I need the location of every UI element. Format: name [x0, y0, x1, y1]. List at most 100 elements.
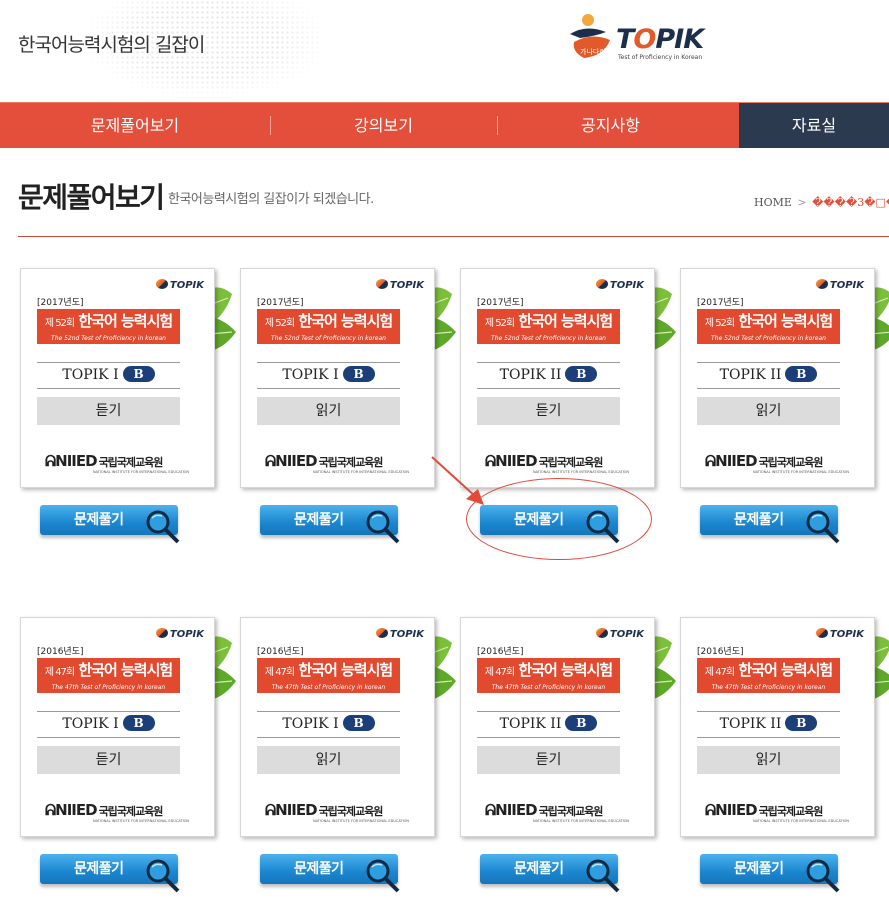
solve-button[interactable]: 문제풀기: [700, 505, 840, 544]
exam-name: 한국어 능력시험: [298, 661, 393, 679]
solve-button[interactable]: 문제풀기: [260, 854, 400, 893]
breadcrumb-home[interactable]: HOME: [754, 196, 792, 209]
site-title[interactable]: 한국어능력시험의 길잡이: [18, 30, 205, 57]
exam-title-box: 제 52회 한국어 능력시험 The 52nd Test of Proficie…: [477, 309, 620, 344]
exam-skill: 읽기: [697, 397, 840, 425]
mini-topik-logo: TOPIK: [595, 279, 644, 291]
org-korean-name: 국립국제교육원: [98, 805, 164, 818]
page-subtitle: 한국어능력시험의 길잡이가 되겠습니다.: [168, 192, 374, 207]
exam-cover[interactable]: TOPIK [2016년도] 제 47회 한국어 능력시험 The 47th T…: [20, 617, 215, 837]
solve-button-label: 문제풀기: [74, 512, 124, 528]
exam-english-name: The 47th Test of Proficiency in korean: [51, 684, 166, 691]
solve-button[interactable]: 문제풀기: [260, 505, 400, 544]
exam-skill: 듣기: [477, 397, 620, 425]
niied-icon: ᕱ: [485, 801, 496, 819]
exam-card: TOPIK [2016년도] 제 47회 한국어 능력시험 The 47th T…: [680, 617, 889, 902]
exam-title-box: 제 52회 한국어 능력시험 The 52nd Test of Proficie…: [697, 309, 840, 344]
solve-button[interactable]: 문제풀기: [700, 854, 840, 893]
mini-logo-text: TOPIK: [169, 280, 204, 291]
niied-icon: ᕱ: [705, 801, 716, 819]
exam-level: TOPIK II B: [697, 711, 840, 738]
nav-item-resources[interactable]: 자료실: [739, 103, 889, 148]
logo-wordmark: TOPIK: [616, 24, 704, 55]
mini-logo-text: TOPIK: [609, 629, 644, 640]
exam-round: 제 47회: [44, 667, 75, 678]
niied-logo: ᕱNIIED 국립국제교육원: [705, 452, 824, 470]
org-english-name: NATIONAL INSTITUTE FOR INTERNATIONAL EDU…: [753, 819, 850, 823]
nav-item-notices[interactable]: 공지사항: [497, 103, 724, 148]
nav-item-lectures[interactable]: 강의보기: [270, 103, 497, 148]
mini-logo-text: TOPIK: [609, 280, 644, 291]
mini-topik-logo: TOPIK: [815, 628, 864, 640]
grade-badge: B: [342, 715, 375, 731]
solve-button[interactable]: 문제풀기: [40, 505, 180, 544]
level-label: TOPIK I: [282, 716, 339, 732]
grade-badge: B: [122, 715, 155, 731]
solve-button-label: 문제풀기: [514, 861, 564, 877]
org-korean-name: 국립국제교육원: [758, 456, 824, 469]
topik-mark-icon: [155, 279, 168, 289]
solve-button-label: 문제풀기: [734, 861, 784, 877]
logo-subtext: Test of Proficiency in Korean: [618, 54, 703, 61]
exam-skill: 듣기: [37, 397, 180, 425]
org-name: NIIED: [715, 801, 757, 819]
solve-button[interactable]: 문제풀기: [480, 854, 620, 893]
org-english-name: NATIONAL INSTITUTE FOR INTERNATIONAL EDU…: [93, 819, 190, 823]
solve-button[interactable]: 문제풀기: [40, 854, 180, 893]
topik-logo[interactable]: 가나다라마 TOPIK Test of Proficiency in Korea…: [566, 12, 706, 64]
exam-skill: 듣기: [477, 746, 620, 774]
topik-mark-icon: [375, 279, 388, 289]
exam-year: [2017년도]: [257, 298, 304, 308]
topik-mark-icon: [375, 628, 388, 638]
mini-logo-text: TOPIK: [829, 629, 864, 640]
mini-topik-logo: TOPIK: [155, 628, 204, 640]
level-label: TOPIK I: [62, 367, 119, 383]
solve-button-label: 문제풀기: [294, 861, 344, 877]
exam-name: 한국어 능력시험: [738, 312, 833, 330]
exam-cover[interactable]: TOPIK [2017년도] 제 52회 한국어 능력시험 The 52nd T…: [20, 268, 215, 488]
exam-english-name: The 52nd Test of Proficiency in korean: [711, 335, 826, 342]
exam-round: 제 52회: [44, 318, 75, 329]
solve-button-label: 문제풀기: [294, 512, 344, 528]
niied-logo: ᕱNIIED 국립국제교육원: [485, 452, 603, 470]
magnifier-icon: [146, 859, 180, 893]
topik-mark-icon: [815, 279, 828, 289]
org-korean-name: 국립국제교육원: [318, 805, 384, 818]
niied-logo: ᕱNIIED 국립국제교육원: [705, 801, 823, 819]
magnifier-icon: [806, 510, 840, 544]
exam-cover[interactable]: TOPIK [2016년도] 제 47회 한국어 능력시험 The 47th T…: [240, 617, 435, 837]
magnifier-icon: [366, 859, 400, 893]
exam-round: 제 47회: [484, 667, 515, 678]
topik-mark-icon: [815, 628, 828, 638]
org-english-name: NATIONAL INSTITUTE FOR INTERNATIONAL EDU…: [313, 470, 410, 474]
niied-logo: ᕱNIIED 국립국제교육원: [265, 801, 384, 819]
exam-english-name: The 52nd Test of Proficiency in korean: [491, 335, 606, 342]
niied-icon: ᕱ: [265, 452, 276, 470]
org-korean-name: 국립국제교육원: [98, 456, 164, 469]
exam-cover[interactable]: TOPIK [2017년도] 제 52회 한국어 능력시험 The 52nd T…: [240, 268, 435, 488]
exam-name: 한국어 능력시험: [78, 312, 173, 330]
exam-cover[interactable]: TOPIK [2016년도] 제 47회 한국어 능력시험 The 47th T…: [680, 617, 875, 837]
site-header: 한국어능력시험의 길잡이 가나다라마 TOPIK Test of Profici…: [0, 0, 889, 102]
level-label: TOPIK II: [719, 716, 782, 732]
nav-item-practice[interactable]: 문제풀어보기: [0, 103, 270, 148]
exam-cover[interactable]: TOPIK [2017년도] 제 52회 한국어 능력시험 The 52nd T…: [680, 268, 875, 488]
exam-year: [2017년도]: [697, 298, 744, 308]
highlight-circle: [466, 478, 652, 560]
mini-topik-logo: TOPIK: [375, 628, 424, 640]
topik-mark-icon: [595, 279, 608, 289]
magnifier-icon: [806, 859, 840, 893]
exam-skill: 읽기: [257, 746, 400, 774]
exam-cover[interactable]: TOPIK [2016년도] 제 47회 한국어 능력시험 The 47th T…: [460, 617, 655, 837]
solve-button-label: 문제풀기: [74, 861, 124, 877]
mini-topik-logo: TOPIK: [595, 628, 644, 640]
exam-round: 제 47회: [704, 667, 735, 678]
exam-year: [2017년도]: [477, 298, 524, 308]
magnifier-icon: [146, 510, 180, 544]
exam-card: TOPIK [2016년도] 제 47회 한국어 능력시험 The 47th T…: [240, 617, 456, 902]
niied-icon: ᕱ: [45, 452, 56, 470]
level-label: TOPIK I: [282, 367, 339, 383]
level-label: TOPIK II: [719, 367, 782, 383]
grade-badge: B: [785, 715, 818, 731]
org-name: NIIED: [275, 801, 317, 819]
